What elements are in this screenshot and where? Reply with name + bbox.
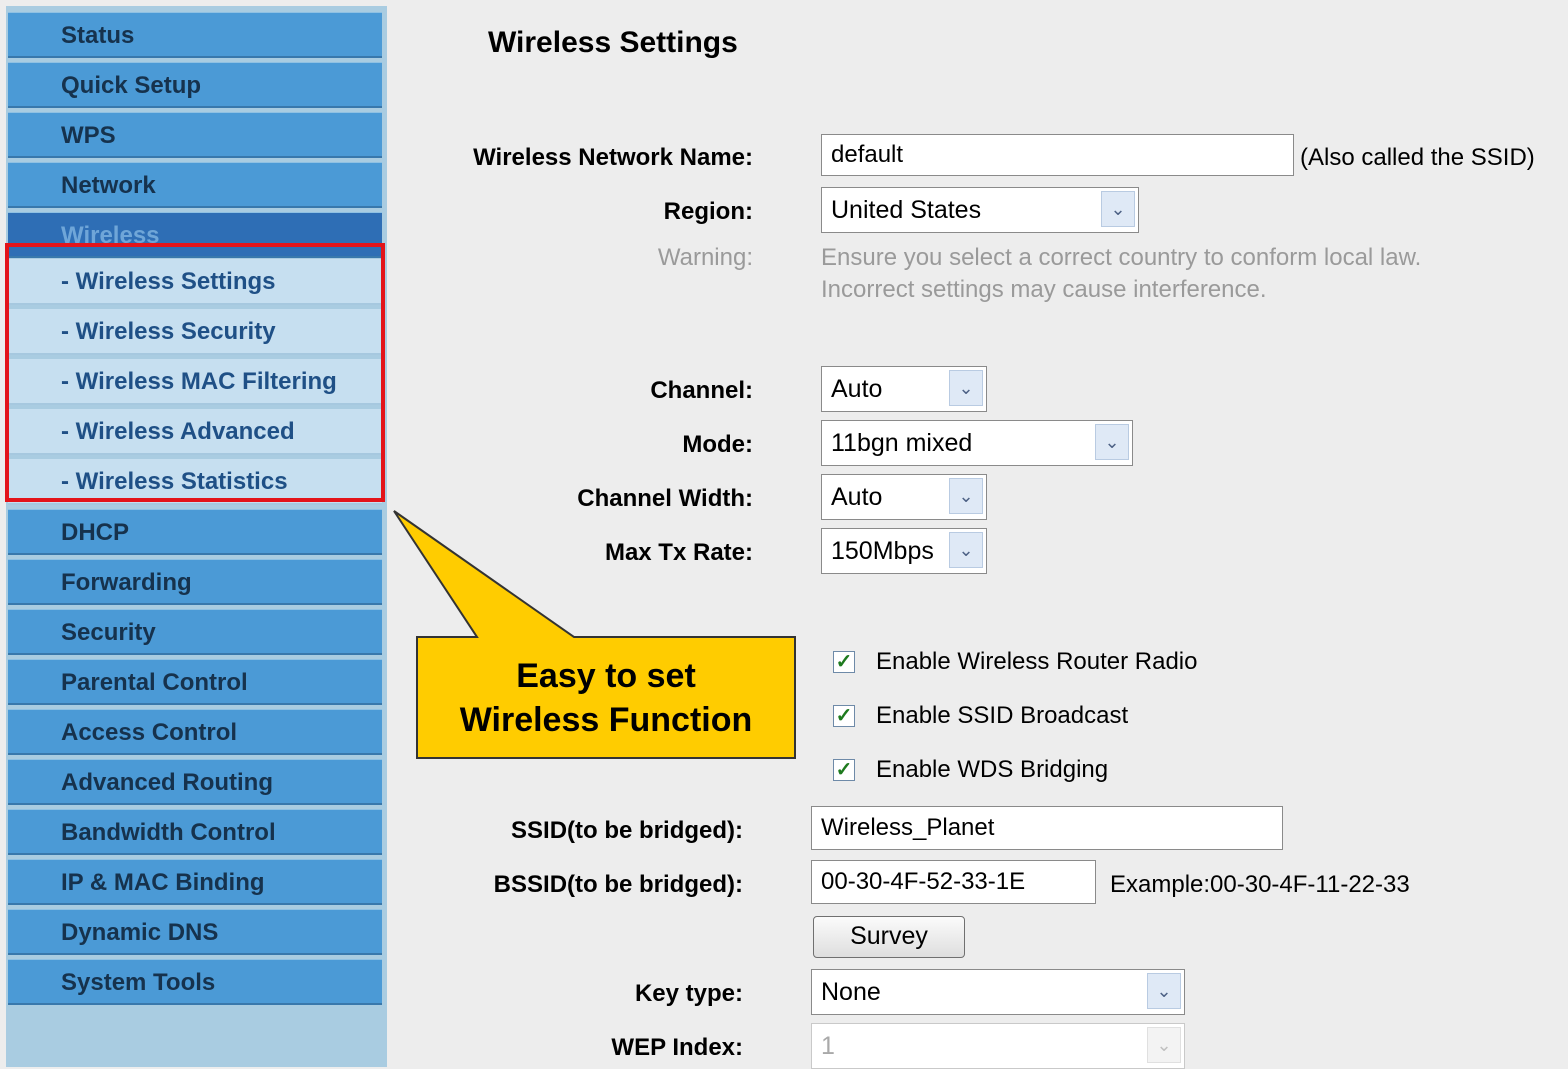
wep-index-label: WEP Index: — [611, 1034, 743, 1061]
enable-wds-label: Enable WDS Bridging — [876, 756, 1109, 783]
channel-select[interactable]: Auto ⌄ — [821, 366, 987, 412]
callout-line-2: Wireless Function — [459, 701, 753, 739]
sidebar-item-bandwidth-control[interactable]: Bandwidth Control — [8, 809, 382, 855]
check-icon: ✓ — [835, 705, 853, 727]
sidebar-item-advanced-routing[interactable]: Advanced Routing — [8, 759, 382, 805]
channel-width-select[interactable]: Auto ⌄ — [821, 474, 987, 520]
check-icon: ✓ — [835, 759, 853, 781]
callout-text: Easy to set Wireless Function — [418, 654, 794, 742]
chevron-down-icon: ⌄ — [1147, 1027, 1181, 1063]
check-icon: ✓ — [835, 651, 853, 673]
sidebar-subitem-wireless-security[interactable]: - Wireless Security — [8, 309, 382, 355]
sidebar-item-quick-setup[interactable]: Quick Setup — [8, 62, 382, 108]
key-type-select[interactable]: None ⌄ — [811, 969, 1185, 1015]
enable-radio-label: Enable Wireless Router Radio — [876, 648, 1198, 675]
enable-wds-checkbox[interactable]: ✓ — [833, 759, 855, 781]
max-tx-rate-label: Max Tx Rate: — [604, 539, 753, 566]
callout-line-1: Easy to set — [516, 657, 696, 695]
channel-label: Channel: — [650, 377, 753, 404]
bssid-bridged-input[interactable] — [811, 860, 1096, 904]
sidebar-item-dhcp[interactable]: DHCP — [8, 509, 382, 555]
chevron-down-icon: ⌄ — [949, 370, 983, 406]
sidebar-item-dynamic-dns[interactable]: Dynamic DNS — [8, 909, 382, 955]
key-type-select-value: None — [821, 978, 881, 1006]
ssid-bridged-label: SSID(to be bridged): — [511, 817, 743, 844]
max-tx-rate-select-value: 150Mbps — [831, 537, 934, 565]
chevron-down-icon: ⌄ — [1101, 191, 1135, 227]
bssid-bridged-label: BSSID(to be bridged): — [493, 871, 743, 898]
channel-width-label: Channel Width: — [577, 485, 753, 512]
sidebar-item-wps[interactable]: WPS — [8, 112, 382, 158]
warning-line-2: Incorrect settings may cause interferenc… — [821, 276, 1267, 303]
sidebar-subitem-wireless-statistics[interactable]: - Wireless Statistics — [8, 459, 382, 505]
region-select[interactable]: United States ⌄ — [821, 187, 1139, 233]
bssid-example: Example:00-30-4F-11-22-33 — [1110, 871, 1410, 898]
sidebar-item-forwarding[interactable]: Forwarding — [8, 559, 382, 605]
region-select-value: United States — [831, 196, 982, 224]
chevron-down-icon: ⌄ — [949, 478, 983, 514]
ssid-input[interactable] — [821, 134, 1294, 176]
mode-select-value: 11bgn mixed — [831, 429, 973, 457]
sidebar-subitem-wireless-advanced[interactable]: - Wireless Advanced — [8, 409, 382, 455]
sidebar-item-system-tools[interactable]: System Tools — [8, 959, 382, 1005]
chevron-down-icon: ⌄ — [1095, 424, 1129, 460]
enable-ssid-broadcast-checkbox[interactable]: ✓ — [833, 705, 855, 727]
warning-line-1: Ensure you select a correct country to c… — [821, 244, 1422, 271]
warning-label: Warning: — [657, 244, 753, 271]
wep-index-select[interactable]: 1 ⌄ — [811, 1023, 1185, 1069]
sidebar-item-wireless[interactable]: Wireless — [8, 212, 382, 258]
key-type-label: Key type: — [634, 980, 743, 1007]
mode-label: Mode: — [682, 431, 753, 458]
max-tx-rate-select[interactable]: 150Mbps ⌄ — [821, 528, 987, 574]
enable-ssid-broadcast-label: Enable SSID Broadcast — [876, 702, 1129, 729]
sidebar-item-ip-mac-binding[interactable]: IP & MAC Binding — [8, 859, 382, 905]
wep-index-select-value: 1 — [821, 1032, 835, 1060]
survey-button[interactable]: Survey — [813, 916, 965, 958]
sidebar-subitem-wireless-settings[interactable]: - Wireless Settings — [8, 259, 382, 305]
ssid-bridged-input[interactable] — [811, 806, 1283, 850]
page-title: Wireless Settings — [488, 26, 738, 59]
sidebar-item-access-control[interactable]: Access Control — [8, 709, 382, 755]
chevron-down-icon: ⌄ — [1147, 973, 1181, 1009]
sidebar-subitem-wireless-mac-filtering[interactable]: - Wireless MAC Filtering — [8, 359, 382, 405]
enable-radio-checkbox[interactable]: ✓ — [833, 651, 855, 673]
sidebar: Status Quick Setup WPS Network Wireless … — [6, 6, 387, 1067]
channel-select-value: Auto — [831, 375, 883, 403]
chevron-down-icon: ⌄ — [949, 532, 983, 568]
sidebar-item-security[interactable]: Security — [8, 609, 382, 655]
ssid-note: (Also called the SSID) — [1300, 144, 1535, 171]
sidebar-item-status[interactable]: Status — [8, 12, 382, 58]
region-label: Region: — [663, 198, 753, 225]
ssid-label: Wireless Network Name: — [473, 144, 753, 171]
mode-select[interactable]: 11bgn mixed ⌄ — [821, 420, 1133, 466]
sidebar-item-parental-control[interactable]: Parental Control — [8, 659, 382, 705]
sidebar-item-network[interactable]: Network — [8, 162, 382, 208]
channel-width-select-value: Auto — [831, 483, 883, 511]
